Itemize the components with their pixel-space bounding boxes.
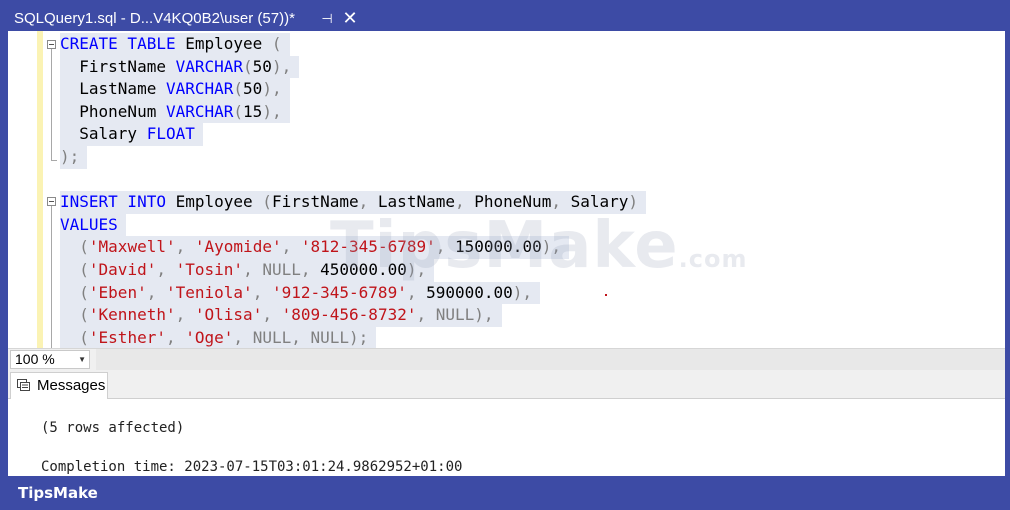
collapse-icon[interactable] [47, 40, 56, 49]
code-line-1: CREATE TABLE Employee ( [60, 33, 290, 56]
code-line-6: ); [60, 145, 88, 169]
change-tracking-bar [37, 31, 43, 348]
chevron-down-icon: ▼ [78, 355, 86, 364]
results-tab-strip: Messages [8, 370, 1005, 399]
message-completion-time: Completion time: 2023-07-15T03:01:24.986… [41, 459, 463, 475]
code-line-2: FirstName VARCHAR(50), [60, 55, 300, 79]
code-line-9: VALUES [60, 213, 126, 237]
outline-end [51, 160, 57, 161]
code-line-14: ('Esther', 'Oge', NULL, NULL); [60, 326, 377, 348]
code-line-5: Salary FLOAT [60, 123, 203, 146]
code-line-10: ('Maxwell', 'Ayomide', '812-345-6789', 1… [60, 236, 569, 259]
brand-logo: TipsMake [18, 484, 98, 502]
results-pane: Messages (5 rows affected) Completion ti… [8, 370, 1005, 476]
close-icon[interactable]: ✕ [340, 6, 360, 31]
pin-icon[interactable]: ⊣ [318, 6, 336, 31]
code-line-11: ('David', 'Tosin', NULL, 450000.00), [60, 258, 435, 282]
stray-mark [605, 294, 607, 296]
outline-line [51, 49, 52, 161]
horizontal-scrollbar[interactable] [96, 349, 1005, 370]
code-line-12: ('Eben', 'Teniola', '912-345-6789', 5900… [60, 281, 541, 305]
outline-line [51, 206, 52, 348]
messages-icon [17, 379, 30, 391]
code-text: CREATE TABLE Employee ( FirstName VARCHA… [60, 33, 647, 348]
collapse-icon[interactable] [47, 197, 56, 206]
tab-sqlquery1[interactable]: SQLQuery1.sql - D...V4KQ0B2\user (57))* [8, 6, 362, 31]
tab-messages[interactable]: Messages [10, 372, 108, 399]
code-line-4: PhoneNum VARCHAR(15), [60, 100, 290, 124]
code-line-3: LastName VARCHAR(50), [60, 78, 290, 101]
tab-title: SQLQuery1.sql - D...V4KQ0B2\user (57))* [14, 10, 295, 27]
message-rows-affected: (5 rows affected) [41, 420, 185, 436]
code-line-8: INSERT INTO Employee (FirstName, LastNam… [60, 191, 647, 214]
sql-editor[interactable]: CREATE TABLE Employee ( FirstName VARCHA… [8, 31, 1005, 348]
document-tab-bar: SQLQuery1.sql - D...V4KQ0B2\user (57))* … [8, 6, 1005, 31]
tab-messages-label: Messages [37, 377, 106, 394]
code-line-13: ('Kenneth', 'Olisa', '809-456-8732', NUL… [60, 304, 502, 327]
zoom-dropdown[interactable]: 100 % ▼ [10, 350, 90, 369]
editor-status-bar: 100 % ▼ [8, 348, 1005, 370]
zoom-value: 100 % [15, 351, 55, 367]
